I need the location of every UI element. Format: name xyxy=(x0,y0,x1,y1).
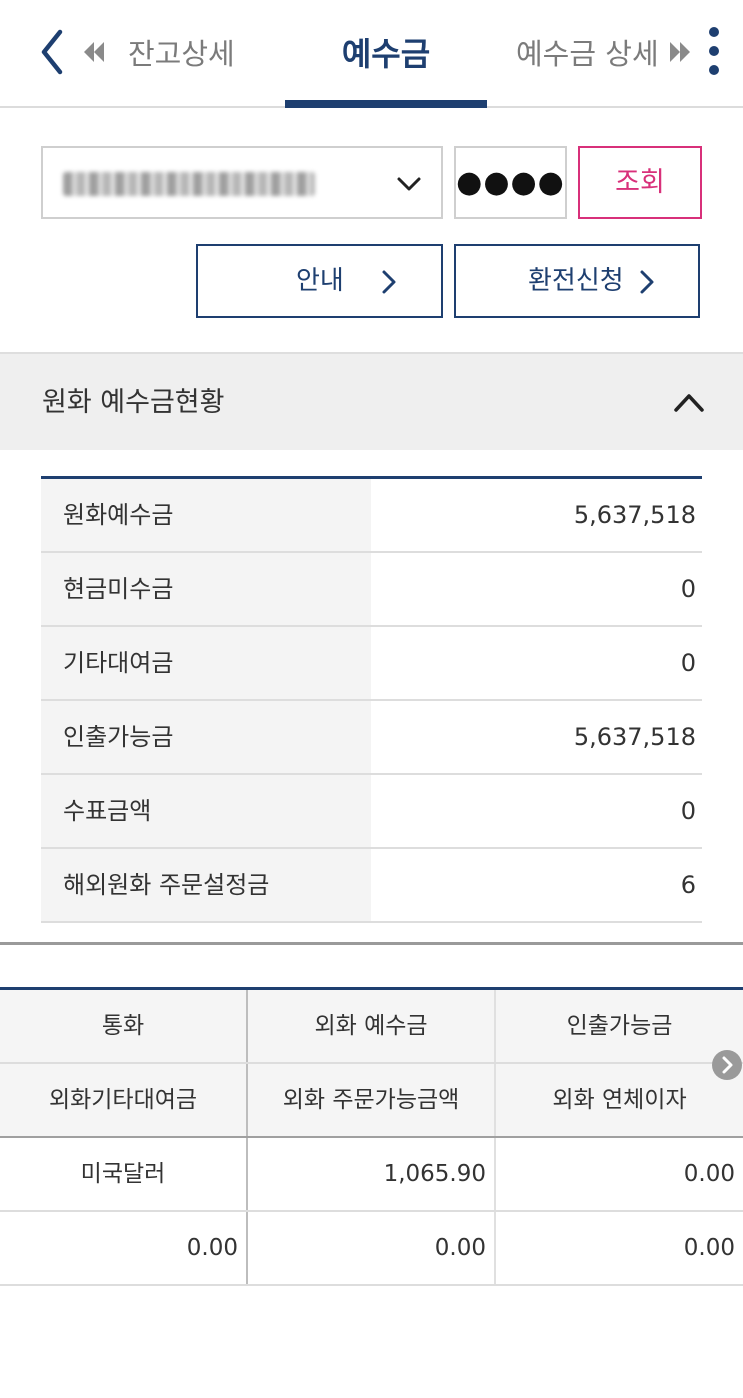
row-value: 0 xyxy=(680,575,696,603)
password-field[interactable]: ●●●● xyxy=(454,146,567,219)
section-title: 원화 예수금현황 xyxy=(42,387,225,418)
krw-deposit-table: 원화예수금 5,637,518 현금미수금 0 기타대여금 0 인출가능금 5,… xyxy=(41,476,702,923)
value-cell: 0.00 xyxy=(246,1212,494,1284)
query-button[interactable]: 조회 xyxy=(578,146,702,219)
header-cell: 통화 xyxy=(101,1013,145,1039)
chevron-right-icon xyxy=(382,270,396,294)
header-cell: 외화 주문가능금액 xyxy=(246,1064,494,1136)
header-cell: 외화기타대여금 xyxy=(48,1087,198,1113)
grid-header-row: 외화기타대여금 외화 주문가능금액 외화 연체이자 xyxy=(0,1064,743,1138)
exchange-request-button[interactable]: 환전신청 xyxy=(454,244,700,318)
scroll-right-icon xyxy=(712,1050,742,1080)
top-tab-bar: 잔고상세 예수금 예수금 상세 xyxy=(0,0,743,108)
value-cell: 0.00 xyxy=(494,1212,743,1284)
row-label: 수표금액 xyxy=(41,775,371,847)
table-row[interactable]: 미국달러 1,065.90 0.00 xyxy=(0,1138,743,1212)
tab-balance-detail[interactable]: 잔고상세 xyxy=(128,28,258,80)
chevron-down-icon xyxy=(397,177,421,191)
exchange-button-label: 환전신청 xyxy=(528,266,624,296)
next-tab-button[interactable] xyxy=(668,38,692,66)
header-cell: 외화 예수금 xyxy=(246,990,494,1062)
row-value: 5,637,518 xyxy=(573,501,696,529)
value-cell: 0.00 xyxy=(494,1138,743,1210)
tab-deposit-detail[interactable]: 예수금 상세 xyxy=(516,28,676,80)
row-value: 6 xyxy=(680,871,696,899)
value-cell: 0.00 xyxy=(186,1235,238,1261)
header-cell: 외화 연체이자 xyxy=(494,1064,743,1136)
row-value: 0 xyxy=(680,797,696,825)
section-divider xyxy=(0,942,743,945)
table-row: 수표금액 0 xyxy=(41,775,702,849)
value-cell: 1,065.90 xyxy=(246,1138,494,1210)
guide-button[interactable]: 안내 xyxy=(196,244,443,318)
table-row[interactable]: 0.00 0.00 0.00 xyxy=(0,1212,743,1286)
header-cell: 인출가능금 xyxy=(494,990,743,1062)
row-value: 5,637,518 xyxy=(573,723,696,751)
fx-deposit-grid[interactable]: 통화 외화 예수금 인출가능금 외화기타대여금 외화 주문가능금액 외화 연체이… xyxy=(0,987,743,1286)
guide-button-label: 안내 xyxy=(296,266,344,296)
table-row: 기타대여금 0 xyxy=(41,627,702,701)
prev-tab-button[interactable] xyxy=(82,38,106,66)
row-label: 인출가능금 xyxy=(41,701,371,773)
chevron-up-icon xyxy=(674,394,704,412)
table-row: 원화예수금 5,637,518 xyxy=(41,479,702,553)
krw-section-header[interactable]: 원화 예수금현황 xyxy=(0,352,743,450)
active-tab-indicator xyxy=(285,100,487,108)
back-icon xyxy=(41,29,63,75)
table-row: 현금미수금 0 xyxy=(41,553,702,627)
chevron-right-icon xyxy=(640,270,654,294)
row-value: 0 xyxy=(680,649,696,677)
more-icon xyxy=(709,27,719,75)
row-label: 해외원화 주문설정금 xyxy=(41,849,371,921)
row-label: 현금미수금 xyxy=(41,553,371,625)
grid-header-row: 통화 외화 예수금 인출가능금 xyxy=(0,990,743,1064)
currency-cell: 미국달러 xyxy=(80,1161,166,1187)
row-label: 기타대여금 xyxy=(41,627,371,699)
account-select[interactable] xyxy=(41,146,443,219)
back-button[interactable] xyxy=(30,22,74,82)
scroll-right-button[interactable] xyxy=(711,1049,743,1081)
table-row: 해외원화 주문설정금 6 xyxy=(41,849,702,923)
row-label: 원화예수금 xyxy=(41,479,371,551)
tab-deposit[interactable]: 예수금 xyxy=(286,28,486,80)
prev-arrows-icon xyxy=(84,42,104,62)
more-menu-button[interactable] xyxy=(700,22,728,82)
account-number-masked xyxy=(63,172,315,196)
table-row: 인출가능금 5,637,518 xyxy=(41,701,702,775)
next-arrows-icon xyxy=(670,42,690,62)
